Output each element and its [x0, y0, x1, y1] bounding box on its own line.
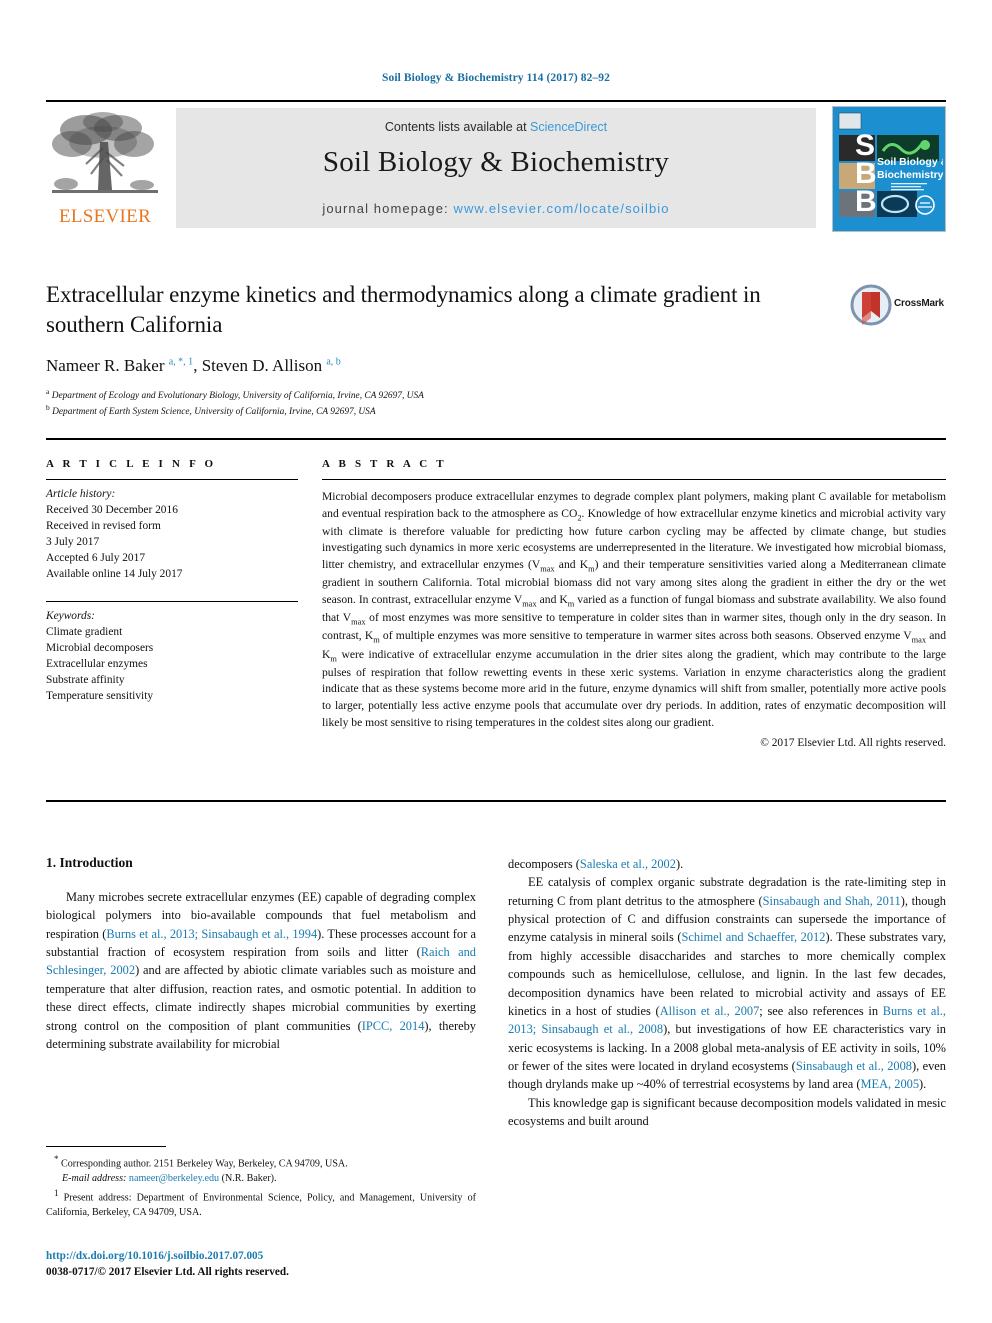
- article-info-rule: [46, 479, 298, 480]
- crossmark-icon: [850, 284, 892, 326]
- page-title: Extracellular enzyme kinetics and thermo…: [46, 282, 761, 337]
- article-title-block: Extracellular enzyme kinetics and thermo…: [46, 280, 946, 420]
- masthead-top-rule: [46, 100, 946, 102]
- keywords-block: Keywords: Climate gradient Microbial dec…: [46, 600, 298, 705]
- info-section-top-rule: [46, 438, 946, 440]
- svg-text:B: B: [855, 185, 877, 218]
- body-column-left: 1. Introduction Many microbes secrete ex…: [46, 855, 476, 1053]
- footnote-corresponding-author: * Corresponding author. 2151 Berkeley Wa…: [54, 1154, 348, 1170]
- footer-doi-block: http://dx.doi.org/10.1016/j.soilbio.2017…: [46, 1248, 476, 1280]
- footnote-email[interactable]: E-mail address: nameer@berkeley.edu (N.R…: [46, 1172, 476, 1187]
- contents-lists-prefix: Contents lists available at: [384, 120, 531, 134]
- abstract-copyright: © 2017 Elsevier Ltd. All rights reserved…: [760, 737, 946, 750]
- abstract-rule: [322, 479, 946, 480]
- keyword-item: Extracellular enzymes: [46, 657, 148, 670]
- masthead-grey-band: Contents lists available at ScienceDirec…: [176, 108, 816, 228]
- running-head: Soil Biology & Biochemistry 114 (2017) 8…: [381, 72, 610, 84]
- abstract-column: A B S T R A C T Microbial decomposers pr…: [322, 458, 946, 749]
- keyword-item: Temperature sensitivity: [46, 689, 154, 702]
- keywords-label: Keywords:: [46, 609, 95, 622]
- abstract-heading: A B S T R A C T: [322, 458, 447, 470]
- journal-homepage-line: journal homepage: www.elsevier.com/locat…: [176, 201, 816, 216]
- crossmark-label: CrossMark: [894, 298, 944, 309]
- article-info-heading: A R T I C L E I N F O: [46, 458, 217, 470]
- body-column-right: decomposers (Saleska et al., 2002). EE c…: [508, 855, 946, 1130]
- keyword-item: Substrate affinity: [46, 673, 125, 686]
- journal-homepage-label: journal homepage:: [322, 201, 454, 216]
- keywords-rule: [46, 600, 298, 602]
- article-history: Article history: Received 30 December 20…: [46, 487, 298, 583]
- paragraph: This knowledge gap is significant becaus…: [508, 1095, 946, 1129]
- history-item: Received 30 December 2016: [46, 503, 178, 516]
- svg-text:Soil Biology &: Soil Biology &: [877, 156, 943, 168]
- sciencedirect-link[interactable]: ScienceDirect: [530, 120, 607, 134]
- journal-masthead: ELSEVIER Contents lists available at Sci…: [46, 100, 946, 232]
- elsevier-wordmark: ELSEVIER: [58, 206, 152, 227]
- history-item: Received in revised form: [46, 519, 161, 532]
- section-heading-introduction: 1. Introduction: [46, 855, 133, 870]
- elsevier-logo: ELSEVIER: [46, 108, 164, 228]
- footnotes-block: * Corresponding author. 2151 Berkeley Wa…: [46, 1146, 476, 1220]
- footnote-separator-rule: [46, 1146, 166, 1147]
- paragraph: decomposers (Saleska et al., 2002).: [508, 857, 684, 871]
- paragraph: Many microbes secrete extracellular enzy…: [46, 890, 476, 1051]
- affiliation-b: b Department of Earth System Science, Un…: [46, 403, 376, 418]
- journal-title: Soil Biology & Biochemistry: [322, 146, 670, 178]
- keywords-list: Keywords: Climate gradient Microbial dec…: [46, 609, 298, 705]
- history-item: Accepted 6 July 2017: [46, 551, 146, 564]
- abstract-text: Microbial decomposers produce extracellu…: [322, 490, 947, 729]
- journal-homepage-url[interactable]: www.elsevier.com/locate/soilbio: [453, 201, 669, 216]
- svg-text:Biochemistry: Biochemistry: [877, 169, 943, 181]
- abstract-bottom-rule: [46, 800, 946, 802]
- journal-article-page: Soil Biology & Biochemistry 114 (2017) 8…: [0, 0, 992, 1323]
- contents-lists-line: Contents lists available at ScienceDirec…: [176, 120, 816, 134]
- history-item: Available online 14 July 2017: [46, 567, 183, 580]
- issn-copyright-line: 0038-0717/© 2017 Elsevier Ltd. All right…: [46, 1266, 289, 1279]
- paragraph: EE catalysis of complex organic substrat…: [508, 875, 946, 1092]
- history-item: 3 July 2017: [46, 535, 100, 548]
- doi-link[interactable]: http://dx.doi.org/10.1016/j.soilbio.2017…: [46, 1248, 476, 1264]
- crossmark-badge[interactable]: CrossMark: [850, 284, 946, 330]
- affiliations: a Department of Ecology and Evolutionary…: [46, 387, 946, 420]
- author-list: Nameer R. Baker a, *, 1, Steven D. Allis…: [46, 355, 341, 375]
- article-info-column: A R T I C L E I N F O Article history: R…: [46, 458, 298, 705]
- affiliation-b-text: Department of Earth System Science, Univ…: [52, 407, 376, 418]
- keyword-item: Microbial decomposers: [46, 641, 154, 654]
- elsevier-tree-icon: [52, 112, 158, 193]
- footnote-present-address: 1 Present address: Department of Environ…: [46, 1187, 476, 1218]
- article-history-label: Article history:: [46, 488, 116, 500]
- affiliation-a-text: Department of Ecology and Evolutionary B…: [51, 390, 424, 401]
- keyword-item: Climate gradient: [46, 625, 123, 638]
- affiliation-a: a Department of Ecology and Evolutionary…: [46, 386, 424, 401]
- journal-cover-thumbnail: Soil Biology & Biochemistry S B B: [832, 106, 946, 232]
- cover-artwork-icon: Soil Biology & Biochemistry S B B: [833, 107, 945, 229]
